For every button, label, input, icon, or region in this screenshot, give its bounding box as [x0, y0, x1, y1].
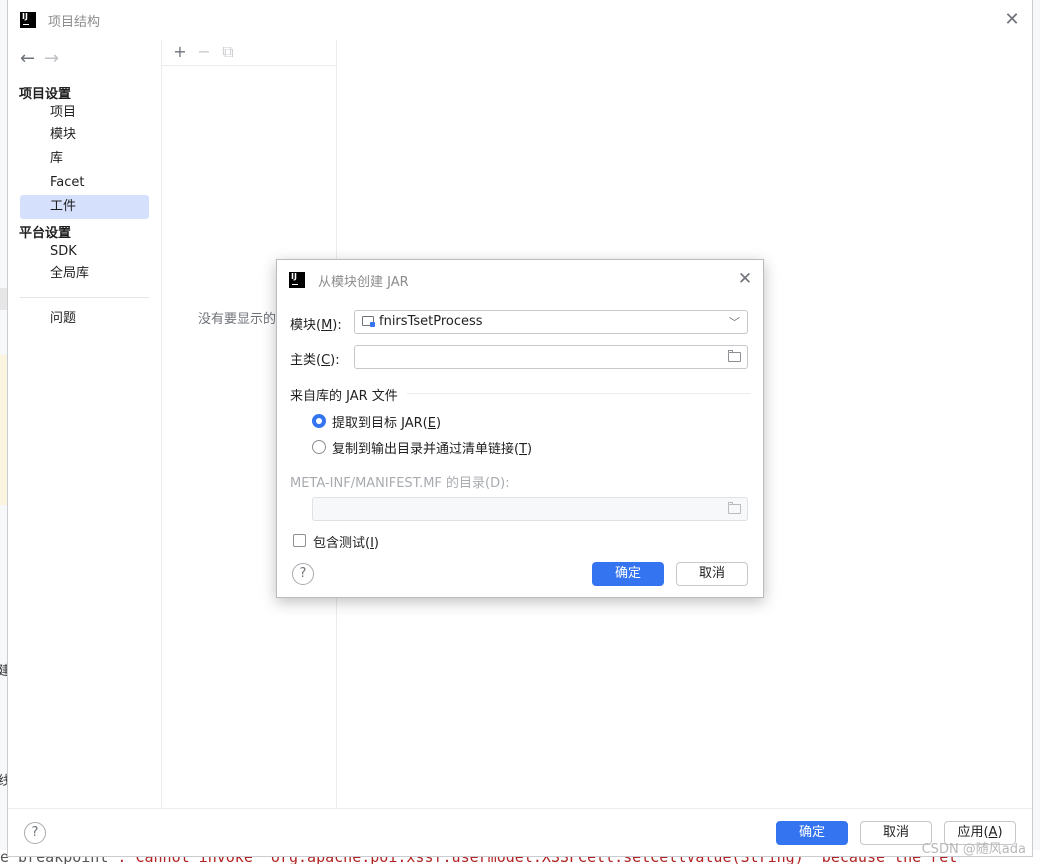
dialog-help-icon[interactable]: ?	[292, 563, 314, 585]
module-label: 模块(M):	[290, 314, 342, 333]
close-icon[interactable]: ✕	[1002, 10, 1022, 30]
manifest-dir-label: META-INF/MANIFEST.MF 的目录(D):	[290, 476, 510, 491]
titlebar: IJ 项目结构 ✕	[8, 0, 1032, 40]
radio-extract-mnemonic: E	[427, 416, 436, 431]
sidebar-item-artifacts[interactable]: 工件	[20, 195, 149, 219]
forward-arrow-icon[interactable]: →	[44, 48, 68, 69]
remove-icon[interactable]: −	[192, 42, 216, 61]
jar-section-title: 来自库的 JAR 文件	[290, 389, 398, 404]
include-tests-checkbox[interactable]	[293, 534, 306, 547]
radio-copy-mnemonic: T	[519, 442, 528, 457]
radio-copy-suffix: )	[527, 442, 533, 457]
browse-folder-icon[interactable]	[728, 350, 741, 362]
artifact-toolbar: + − ⧉	[168, 42, 240, 62]
section-platform-settings: 平台设置	[19, 226, 72, 241]
chevron-down-icon: ﹀	[729, 316, 740, 329]
radio-extract[interactable]	[312, 414, 326, 428]
include-tests-suffix: )	[373, 536, 379, 551]
manifest-dir-input[interactable]	[312, 497, 748, 521]
sidebar-item-libraries[interactable]: 库	[20, 147, 149, 171]
radio-copy-label[interactable]: 复制到输出目录并通过清单链接(T)	[332, 438, 532, 457]
dialog-title: 从模块创建 JAR	[318, 275, 409, 290]
footer-divider	[8, 808, 1032, 809]
main-class-label-mnemonic: C	[321, 353, 331, 368]
window-title: 项目结构	[48, 15, 101, 30]
help-icon[interactable]: ?	[24, 822, 46, 844]
main-class-label-suffix: ):	[330, 353, 340, 368]
radio-copy-link[interactable]	[312, 440, 326, 454]
sidebar-divider	[20, 297, 149, 298]
empty-list-text: 没有要显示的	[198, 312, 277, 327]
module-value: fnirsTsetProcess	[379, 314, 483, 329]
copy-icon[interactable]: ⧉	[216, 42, 240, 62]
module-label-prefix: 模块(	[290, 318, 322, 333]
include-tests-prefix: 包含测试(	[313, 536, 371, 551]
jar-section-divider	[407, 393, 751, 394]
include-tests-label[interactable]: 包含测试(I)	[313, 532, 379, 551]
sidebar-item-modules[interactable]: 模块	[20, 123, 149, 147]
column-divider-1	[161, 40, 162, 808]
radio-extract-suffix: )	[435, 416, 442, 431]
intellij-icon: IJ	[20, 12, 36, 28]
ok-button[interactable]: 确定	[776, 821, 848, 845]
background-right-strip	[1032, 0, 1040, 864]
module-folder-icon	[362, 316, 375, 327]
radio-extract-prefix: 提取到目标 JAR(	[332, 416, 428, 431]
main-class-input[interactable]	[354, 345, 748, 369]
sidebar-item-sdk[interactable]: SDK	[20, 240, 149, 264]
bg-gray-block	[0, 288, 8, 310]
bg-yellow-block	[0, 355, 8, 505]
manifest-browse-folder-icon[interactable]	[728, 502, 741, 514]
watermark: CSDN @随风ada	[921, 842, 1026, 857]
background-left-strip: 建 线	[0, 0, 11, 864]
sidebar-item-global-libraries[interactable]: 全局库	[20, 262, 149, 286]
main-class-label-prefix: 主类(	[290, 353, 322, 368]
nav-arrows: ← →	[20, 48, 68, 69]
dialog-close-icon[interactable]: ✕	[735, 269, 755, 289]
sidebar-item-project[interactable]: 项目	[20, 101, 149, 125]
dialog-cancel-button[interactable]: 取消	[676, 562, 748, 586]
back-arrow-icon[interactable]: ←	[20, 48, 44, 69]
toolbar-divider	[162, 65, 336, 66]
dialog-intellij-icon: IJ	[289, 272, 305, 288]
add-icon[interactable]: +	[168, 42, 192, 61]
radio-extract-label[interactable]: 提取到目标 JAR(E)	[332, 412, 441, 431]
main-class-label: 主类(C):	[290, 349, 340, 368]
create-jar-dialog: IJ 从模块创建 JAR ✕ 模块(M): fnirsTsetProcess ﹀…	[276, 259, 764, 598]
dialog-ok-button[interactable]: 确定	[592, 562, 664, 586]
module-label-mnemonic: M	[321, 318, 333, 333]
section-project-settings: 项目设置	[19, 87, 72, 102]
sidebar-item-problems[interactable]: 问题	[20, 307, 149, 331]
module-select[interactable]: fnirsTsetProcess ﹀	[354, 310, 748, 334]
sidebar-item-facets[interactable]: Facet	[20, 171, 149, 195]
radio-copy-prefix: 复制到输出目录并通过清单链接(	[332, 442, 520, 457]
module-label-suffix: ):	[332, 318, 342, 333]
